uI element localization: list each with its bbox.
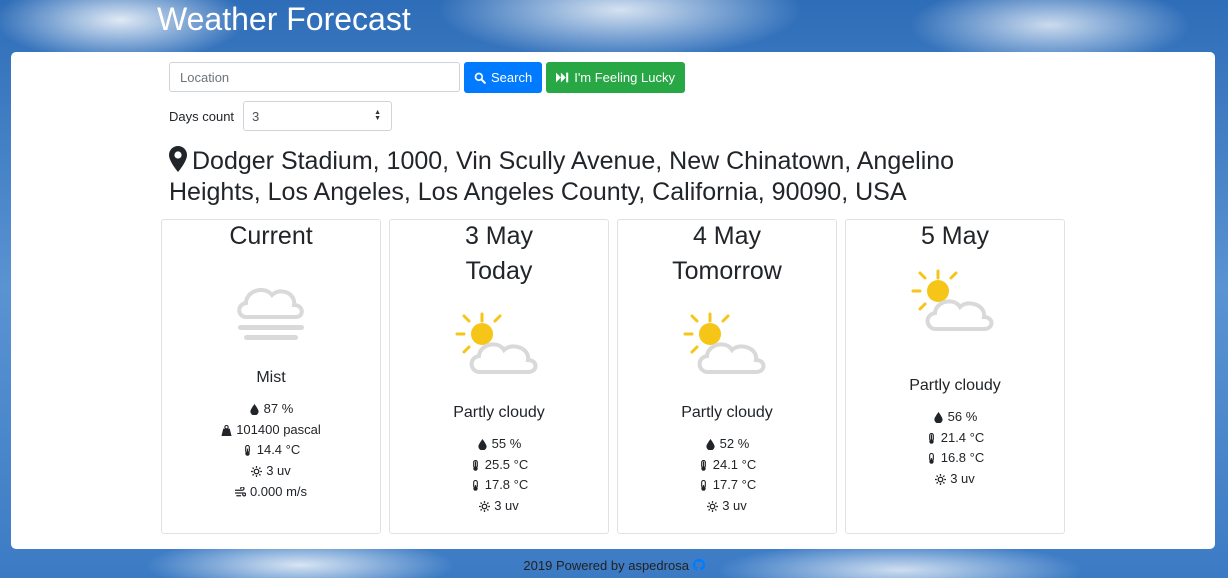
temp-min-value: 17.8 °C <box>484 477 529 493</box>
location-heading: Dodger Stadium, 1000, Vin Scully Avenue,… <box>169 146 999 208</box>
days-count-label: Days count <box>169 108 235 124</box>
map-marker-icon <box>169 146 187 172</box>
select-arrows-icon: ▲ ▼ <box>374 109 382 122</box>
temperature-value: 14.4 °C <box>256 442 301 458</box>
thermometer-icon <box>244 445 250 456</box>
uv-value: 3 uv <box>494 498 519 514</box>
humidity-value: 56 % <box>947 409 978 424</box>
days-count-row: Days count 3 ▲ ▼ <box>169 101 393 131</box>
wind-icon <box>234 486 246 497</box>
mist-cloud-icon <box>237 287 304 340</box>
forecast-card-day-1: 3 May Today Partly cloudy 55 % 25.5 °C 1… <box>389 219 609 534</box>
uv-value: 3 uv <box>950 471 975 487</box>
thermometer-low-icon <box>928 453 934 464</box>
thermometer-full-icon <box>928 432 934 444</box>
humidity-stat: 87 % <box>249 399 294 420</box>
card-condition: Partly cloudy <box>453 404 545 421</box>
droplet-icon <box>706 438 715 450</box>
card-subtitle: Today <box>465 257 533 285</box>
card-subtitle: Tomorrow <box>672 257 782 285</box>
humidity-value: 52 % <box>719 436 750 451</box>
droplet-icon <box>934 411 943 423</box>
thermometer-low-icon <box>700 480 706 491</box>
main-panel: Search I'm Feeling Lucky Days count 3 ▲▼… <box>11 52 1215 549</box>
temp-min-stat: 17.8 °C <box>470 475 529 496</box>
location-input[interactable] <box>169 62 460 92</box>
temp-min-value: 17.7 °C <box>712 477 757 493</box>
forecast-card-current: Current Mist 87 % 101400 pascal 14.4 °C <box>161 219 381 534</box>
search-button-label: Search <box>491 70 533 85</box>
days-count-select[interactable]: 3 ▲ ▼ <box>243 101 393 131</box>
temperature-stat: 14.4 °C <box>242 440 301 461</box>
temp-max-value: 21.4 °C <box>940 429 985 445</box>
wind-value: 0.000 m/s <box>249 483 308 499</box>
temp-max-stat: 24.1 °C <box>698 455 757 476</box>
droplet-icon <box>250 403 259 415</box>
footer-text: 2019 Powered by aspedrosa <box>523 558 689 573</box>
temp-min-value: 16.8 °C <box>940 450 985 466</box>
footer: 2019 Powered by aspedrosa <box>0 558 1228 574</box>
forecast-cards: Current Mist 87 % 101400 pascal 14.4 °C <box>161 219 1065 534</box>
temp-max-value: 25.5 °C <box>484 456 529 472</box>
feeling-lucky-label: I'm Feeling Lucky <box>574 70 675 85</box>
temp-max-value: 24.1 °C <box>712 456 757 472</box>
uv-stat: 3 uv <box>707 496 747 517</box>
sun-icon <box>251 465 263 477</box>
temp-max-stat: 21.4 °C <box>926 428 985 449</box>
partly-cloudy-icon <box>911 269 994 331</box>
droplet-icon <box>478 438 487 450</box>
humidity-stat: 52 % <box>705 434 750 455</box>
card-title: Current <box>229 222 313 250</box>
partly-cloudy-icon <box>683 312 766 374</box>
thermometer-low-icon <box>472 480 478 491</box>
uv-stat: 3 uv <box>251 461 291 482</box>
forecast-card-day-3: 5 May Partly cloudy 56 % 21.4 °C 16.8 °C… <box>845 219 1065 534</box>
temp-min-stat: 17.7 °C <box>698 475 757 496</box>
wind-stat: 0.000 m/s <box>234 482 308 503</box>
uv-stat: 3 uv <box>479 496 519 517</box>
humidity-value: 55 % <box>491 436 522 451</box>
weight-icon <box>221 424 232 436</box>
card-title: 5 May <box>920 222 990 250</box>
humidity-stat: 55 % <box>477 434 522 455</box>
search-icon <box>474 72 486 84</box>
partly-cloudy-icon <box>455 312 538 374</box>
pressure-value: 101400 pascal <box>236 421 321 437</box>
forecast-card-day-2: 4 May Tomorrow Partly cloudy 52 % 24.1 °… <box>617 219 837 534</box>
card-condition: Partly cloudy <box>909 377 1001 394</box>
days-count-value: 3 <box>252 108 260 124</box>
github-icon[interactable] <box>692 559 705 574</box>
humidity-stat: 56 % <box>933 407 978 428</box>
pressure-stat: 101400 pascal <box>221 420 321 441</box>
app-title: Weather Forecast <box>157 1 411 37</box>
card-title: 4 May <box>692 222 762 250</box>
humidity-value: 87 % <box>263 401 294 416</box>
temp-max-stat: 25.5 °C <box>470 455 529 476</box>
card-title: 3 May <box>464 222 534 250</box>
sun-icon <box>479 500 491 512</box>
card-condition: Mist <box>256 369 286 386</box>
thermometer-full-icon <box>472 459 478 471</box>
location-text: Dodger Stadium, 1000, Vin Scully Avenue,… <box>169 147 955 206</box>
uv-value: 3 uv <box>722 498 747 514</box>
sun-icon <box>707 500 719 512</box>
search-bar: Search I'm Feeling Lucky <box>169 62 685 93</box>
sun-icon <box>935 473 947 485</box>
thermometer-full-icon <box>700 459 706 471</box>
card-condition: Partly cloudy <box>681 404 773 421</box>
search-button[interactable]: Search <box>464 62 543 93</box>
feeling-lucky-button[interactable]: I'm Feeling Lucky <box>546 62 685 93</box>
temp-min-stat: 16.8 °C <box>926 448 985 469</box>
uv-value: 3 uv <box>266 463 291 479</box>
uv-stat: 3 uv <box>935 469 975 490</box>
fast-forward-icon <box>556 72 569 83</box>
